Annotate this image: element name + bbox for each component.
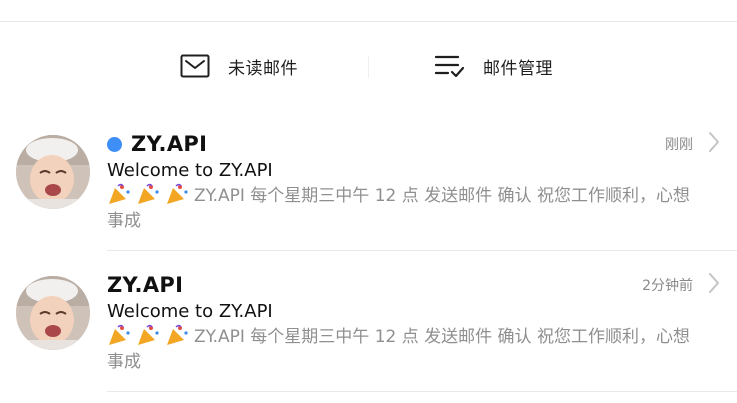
mail-subject: Welcome to ZY.API <box>107 160 273 181</box>
mail-management-label: 邮件管理 <box>483 58 553 79</box>
toolbar-separator <box>368 56 369 78</box>
mail-preview-text: ZY.API 每个星期三中午 12 点 发送邮件 确认 祝您工作顺利，心想事成 <box>107 186 690 231</box>
party-popper-icon <box>136 183 160 205</box>
top-divider <box>0 21 737 22</box>
sender-row: ZY.API <box>107 271 183 299</box>
party-popper-icon <box>136 324 160 346</box>
party-popper-icon <box>165 324 189 346</box>
mail-list-item[interactable]: ZY.API 刚刚 Welcome to ZY.API ZY.API 每个星期三… <box>0 110 737 251</box>
chevron-right-icon <box>707 271 721 295</box>
mail-time: 刚刚 <box>665 137 693 153</box>
mail-subject: Welcome to ZY.API <box>107 301 273 322</box>
mail-preview: ZY.API 每个星期三中午 12 点 发送邮件 确认 祝您工作顺利，心想事成 <box>107 183 702 234</box>
party-popper-icon <box>107 324 131 346</box>
unread-mail-label: 未读邮件 <box>228 58 298 79</box>
sender-row: ZY.API <box>107 130 207 158</box>
sender-name: ZY.API <box>131 132 208 156</box>
avatar <box>16 135 90 209</box>
checklist-icon <box>435 54 465 78</box>
party-popper-icon <box>107 183 131 205</box>
mail-divider <box>107 391 737 392</box>
avatar <box>16 276 90 350</box>
sender-name: ZY.API <box>107 273 184 297</box>
unread-dot <box>107 136 122 152</box>
chevron-right-icon <box>707 130 721 154</box>
mail-list-item[interactable]: ZY.API 2分钟前 Welcome to ZY.API ZY.API 每个星… <box>0 251 737 392</box>
mail-preview: ZY.API 每个星期三中午 12 点 发送邮件 确认 祝您工作顺利，心想事成 <box>107 324 702 375</box>
mail-time: 2分钟前 <box>642 278 693 294</box>
mail-preview-text: ZY.API 每个星期三中午 12 点 发送邮件 确认 祝您工作顺利，心想事成 <box>107 327 690 372</box>
envelope-icon <box>180 54 210 78</box>
unread-mail-button[interactable]: 未读邮件 <box>180 40 298 92</box>
mail-toolbar: 未读邮件 邮件管理 <box>0 40 737 92</box>
party-popper-icon <box>165 183 189 205</box>
mail-management-button[interactable]: 邮件管理 <box>435 40 553 92</box>
